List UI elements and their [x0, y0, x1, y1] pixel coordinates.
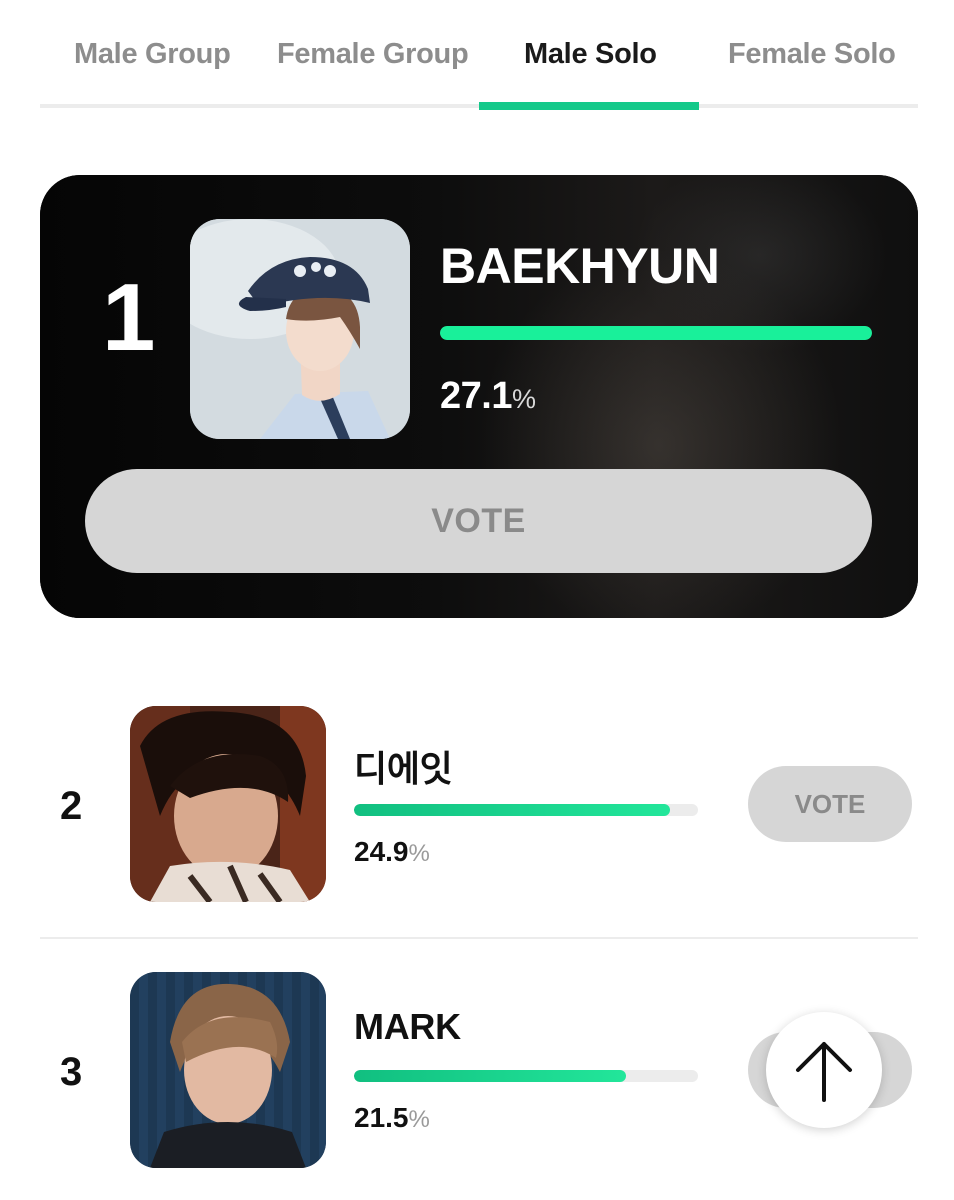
- vote-button[interactable]: VOTE: [748, 766, 912, 842]
- artist-name: 디에잇: [354, 748, 453, 789]
- vote-progress-fill: [354, 804, 671, 816]
- artist-name: BAEKHYUN: [440, 238, 720, 294]
- percentage-value: 27.1: [440, 375, 512, 417]
- vote-percentage: 27.1%: [440, 375, 536, 418]
- vote-progress-bar: [440, 326, 872, 340]
- percentage-unit: %: [511, 384, 536, 414]
- row-divider: [40, 937, 918, 939]
- artist-photo-illustration: [130, 972, 326, 1168]
- vote-percentage: 24.9%: [354, 836, 430, 868]
- tab-female-solo[interactable]: Female Solo: [728, 38, 896, 71]
- rank-number: 3: [60, 1050, 83, 1094]
- artist-photo-illustration: [190, 219, 410, 439]
- vote-button[interactable]: VOTE: [85, 469, 872, 573]
- rank-number: 2: [60, 784, 83, 828]
- tab-female-group[interactable]: Female Group: [277, 38, 469, 71]
- rank-number: 1: [102, 264, 156, 371]
- percentage-unit: %: [408, 840, 430, 867]
- vote-percentage: 21.5%: [354, 1102, 430, 1134]
- artist-photo: [190, 219, 410, 439]
- artist-photo: [130, 706, 326, 902]
- percentage-value: 24.9: [354, 836, 409, 867]
- percentage-unit: %: [408, 1106, 430, 1133]
- arrow-up-icon: [796, 1042, 852, 1102]
- vote-progress-fill: [440, 326, 872, 340]
- artist-photo-illustration: [130, 706, 326, 902]
- percentage-value: 21.5: [354, 1102, 409, 1133]
- artist-photo: [130, 972, 326, 1168]
- vote-progress-fill: [354, 1070, 626, 1082]
- ranking-row: 2 디에잇 24.9% VOTE: [40, 706, 918, 906]
- artist-name: MARK: [354, 1006, 461, 1047]
- tab-male-group[interactable]: Male Group: [74, 38, 231, 71]
- active-tab-indicator: [479, 102, 699, 110]
- top-rank-card: 1 BAEKHYUN 27.1% VOTE: [40, 175, 918, 618]
- tab-male-solo[interactable]: Male Solo: [524, 38, 657, 71]
- scroll-to-top-button[interactable]: [766, 1012, 882, 1128]
- category-tabs: Male Group Female Group Male Solo Female…: [40, 0, 918, 110]
- vote-progress-bar: [354, 804, 698, 816]
- vote-progress-bar: [354, 1070, 698, 1082]
